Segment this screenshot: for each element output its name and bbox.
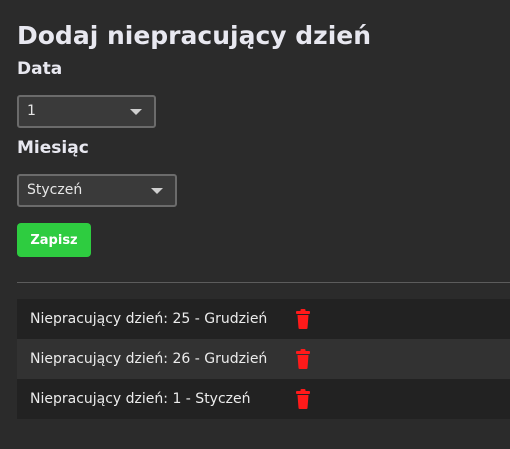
holiday-label: Niepracujący dzień: 26 - Grudzień <box>30 351 268 367</box>
page-title: Dodaj niepracujący dzień <box>17 21 372 50</box>
holiday-label: Niepracujący dzień: 25 - Grudzień <box>30 311 268 327</box>
trash-icon[interactable] <box>295 309 311 329</box>
holiday-label: Niepracujący dzień: 1 - Styczeń <box>30 391 251 407</box>
save-button[interactable]: Zapisz <box>17 223 91 257</box>
month-select-value: Styczeń <box>27 182 83 198</box>
day-select[interactable]: 1 <box>17 95 156 128</box>
month-label: Miesiąc <box>17 138 89 158</box>
day-select-value: 1 <box>27 103 36 119</box>
divider <box>17 282 510 283</box>
chevron-down-icon <box>130 109 142 115</box>
trash-icon[interactable] <box>295 349 311 369</box>
list-item: Niepracujący dzień: 26 - Grudzień <box>17 339 510 379</box>
list-item: Niepracujący dzień: 1 - Styczeń <box>17 379 510 419</box>
list-item: Niepracujący dzień: 25 - Grudzień <box>17 299 510 339</box>
chevron-down-icon <box>151 188 163 194</box>
day-label: Data <box>17 59 63 79</box>
month-select[interactable]: Styczeń <box>17 174 177 207</box>
holiday-list: Niepracujący dzień: 25 - Grudzień Niepra… <box>17 299 510 419</box>
trash-icon[interactable] <box>295 389 311 409</box>
